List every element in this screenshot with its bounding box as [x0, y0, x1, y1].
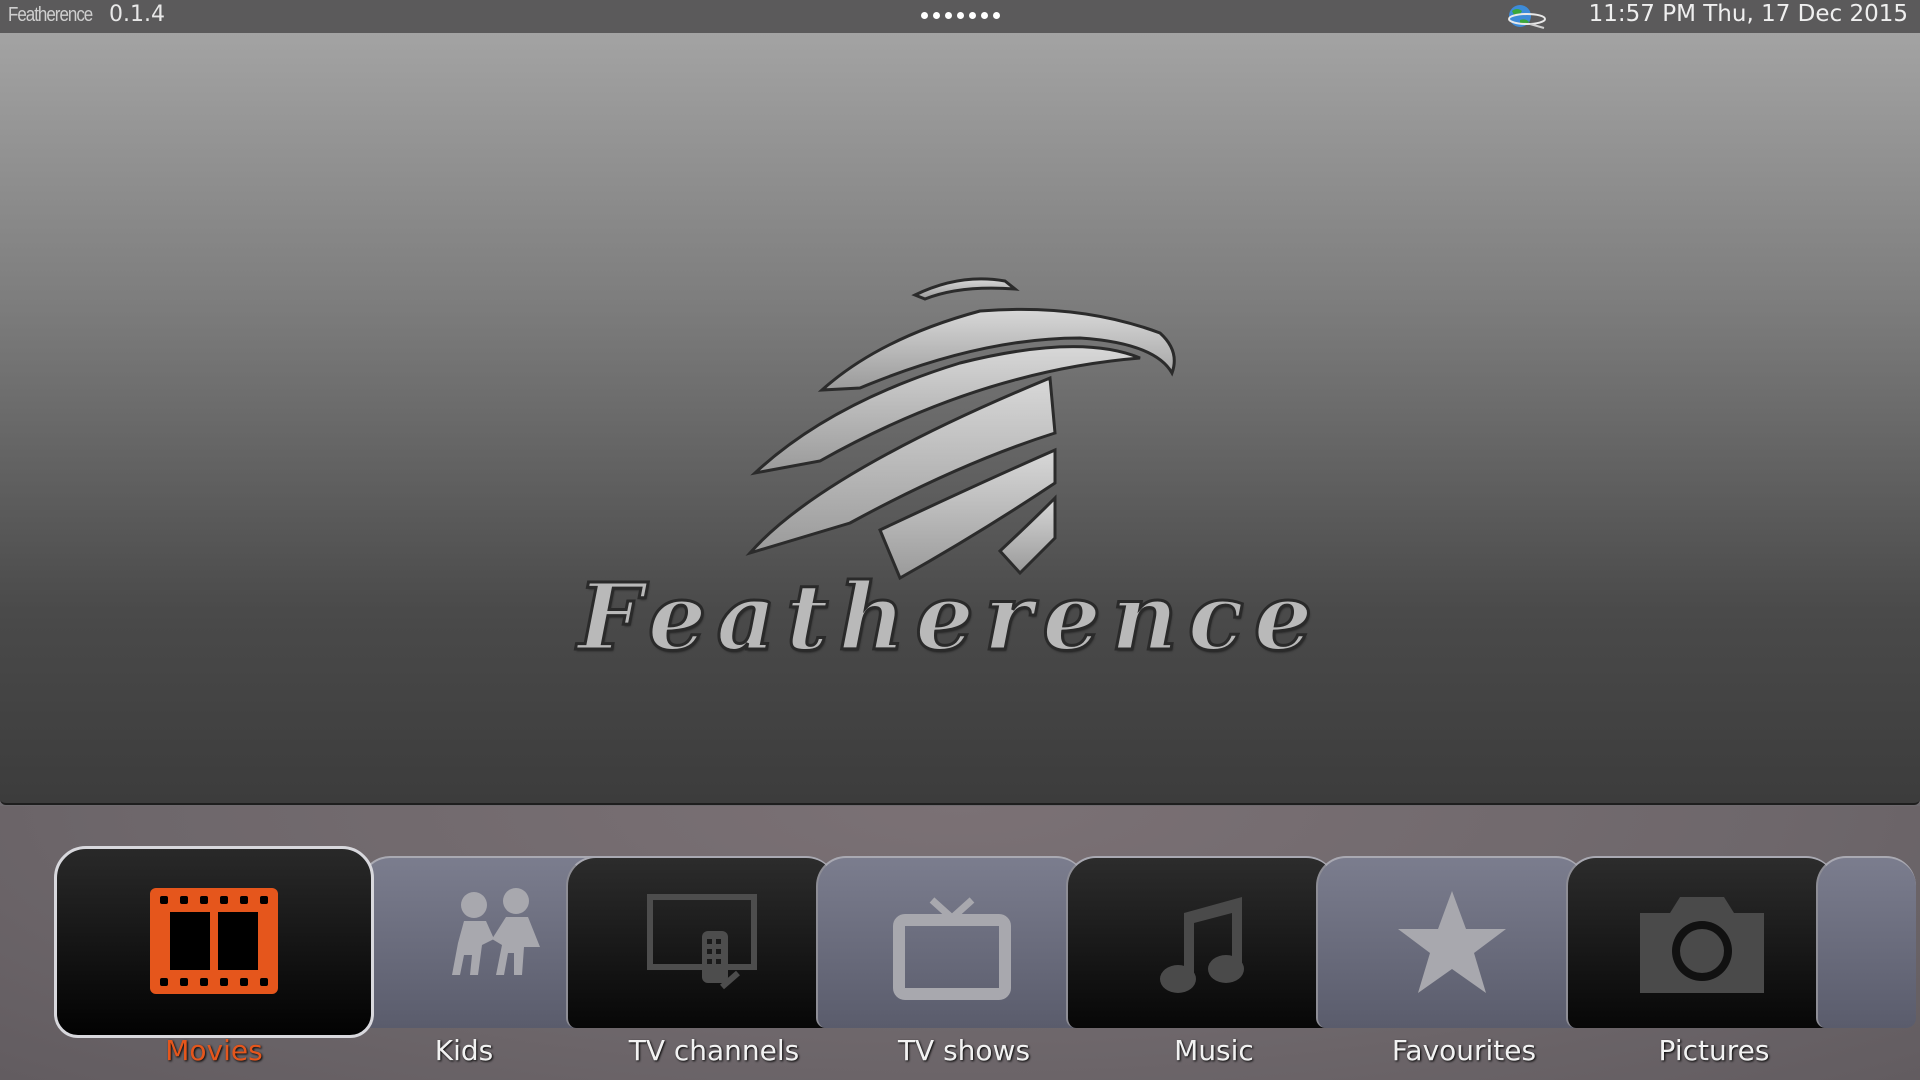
weather-globe-icon[interactable] — [1500, 2, 1548, 30]
tv-remote-icon — [647, 894, 757, 990]
tv-icon — [893, 897, 1011, 1000]
app-version: 0.1.4 — [109, 2, 165, 27]
page-dot — [944, 11, 952, 19]
menu-item-tv-channels[interactable] — [566, 856, 836, 1028]
page-dot — [968, 11, 976, 19]
app-name: Featherence — [8, 4, 93, 26]
menu-label-movies[interactable]: Movies — [89, 1034, 339, 1067]
menu-label-pictures[interactable]: Pictures — [1589, 1034, 1839, 1067]
clock: 11:57 PM Thu, 17 Dec 2015 — [1588, 1, 1908, 27]
menu-label-favourites[interactable]: Favourites — [1339, 1034, 1589, 1067]
menu-item-tv-shows[interactable] — [816, 856, 1086, 1028]
page-dot — [980, 11, 988, 19]
menu-item-favourites[interactable] — [1316, 856, 1586, 1028]
main-panel: Featherence — [0, 33, 1920, 805]
camera-icon — [1640, 897, 1764, 993]
menu-item-pictures[interactable] — [1566, 856, 1836, 1028]
menu-item-movies[interactable] — [54, 846, 374, 1038]
page-dot — [992, 11, 1000, 19]
home-menu: Movies Kids TV channels TV shows Music F… — [0, 806, 1920, 1080]
menu-label-tv-channels[interactable]: TV channels — [589, 1034, 839, 1067]
film-icon — [150, 888, 278, 994]
logo-text: Featherence — [576, 562, 1323, 673]
page-indicator — [900, 4, 1020, 26]
app-brand: Featherence 0.1.4 — [8, 2, 165, 30]
music-note-icon — [1160, 897, 1244, 993]
menu-label-tv-shows[interactable]: TV shows — [839, 1034, 1089, 1067]
star-icon — [1398, 891, 1506, 993]
kids-icon — [452, 888, 540, 975]
menu-item-next[interactable] — [1816, 856, 1916, 1028]
page-dot — [956, 11, 964, 19]
menu-item-music[interactable] — [1066, 856, 1336, 1028]
page-dot — [920, 11, 928, 19]
menu-label-kids[interactable]: Kids — [339, 1034, 589, 1067]
page-dot — [932, 11, 940, 19]
menu-label-music[interactable]: Music — [1089, 1034, 1339, 1067]
top-bar: Featherence 0.1.4 11:57 PM Thu, 17 Dec 2… — [0, 0, 1920, 33]
